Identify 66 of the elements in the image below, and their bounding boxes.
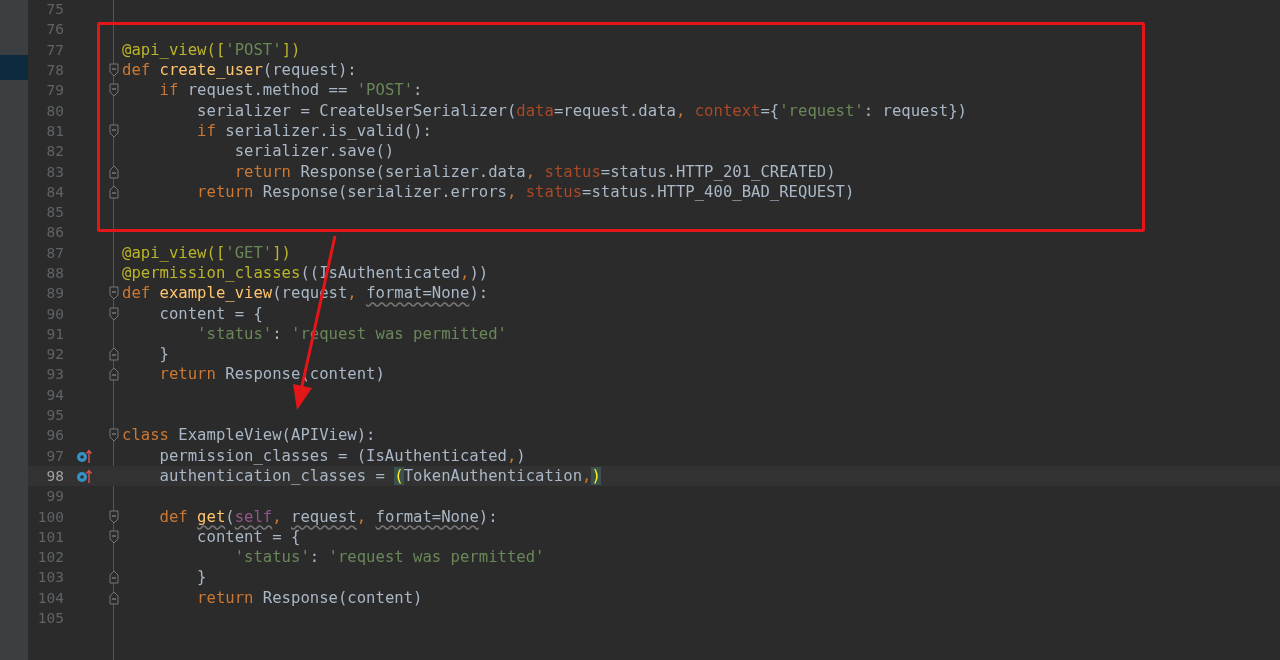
line-number: 97 [45,447,64,464]
line-number: 78 [45,62,64,79]
code-line: if request.method == 'POST': [158,81,423,100]
fold-icon[interactable] [109,123,119,138]
code-line: return Response(serializer.errors, status=status.HTTP_400_BAD_REQUEST) [196,182,855,201]
code-line: content = { [158,304,263,323]
code-line: if serializer.is_valid(): [196,121,432,140]
code-line: 'status': 'request was permitted' [233,548,545,567]
line-number: 84 [45,183,64,200]
fold-icon[interactable] [109,509,119,524]
fold-icon[interactable] [109,306,119,321]
line-number: 81 [45,122,64,139]
line-number: 91 [45,325,64,342]
line-number: 77 [45,41,64,58]
line-number: 83 [45,163,64,180]
code-line: authentication_classes = (TokenAuthentication,) [158,466,601,485]
fold-icon[interactable] [109,590,119,605]
line-number: 86 [45,224,64,241]
line-number: 80 [45,102,64,119]
code-line: @api_view(['POST']) [122,40,301,59]
line-number: 92 [45,346,64,363]
line-number: 98 [45,467,64,484]
line-number: 99 [45,488,64,505]
code-line: def create_user(request): [122,61,357,80]
code-line: serializer = CreateUserSerializer(data=request.data, context={'request': request}) [196,101,967,120]
line-number: 88 [45,265,64,281]
code-line: return Response(serializer.data, status=status.HTTP_201_CREATED) [233,162,836,181]
fold-icon[interactable] [109,367,119,382]
line-number: 96 [45,427,64,444]
code-line: content = { [196,527,301,546]
override-icon[interactable] [76,447,94,464]
line-number: 95 [45,407,64,424]
code-line: } [196,568,207,587]
fold-icon[interactable] [109,184,119,199]
line-number: 87 [45,244,64,261]
fold-icon[interactable] [109,529,119,544]
fold-icon[interactable] [109,286,119,301]
line-number: 94 [45,386,64,403]
fold-icon[interactable] [109,347,119,362]
line-number: 103 [36,569,64,586]
code-line: class ExampleView(APIView): [122,426,376,445]
code-line: @api_view(['GET']) [122,243,291,262]
line-number: 89 [45,285,64,302]
line-number: 75 [45,1,64,18]
fold-icon[interactable] [109,63,119,78]
line-number: 101 [36,528,64,545]
line-number: 79 [45,82,64,99]
line-number: 102 [36,549,64,566]
line-number: 90 [45,305,64,322]
fold-icon[interactable] [109,428,119,443]
line-number: 104 [36,589,64,606]
line-number: 85 [45,204,64,221]
line-number: 93 [45,366,64,383]
override-icon[interactable] [76,467,94,484]
fold-icon[interactable] [109,83,119,98]
code-line: def get(self, request, format=None): [158,507,498,526]
code-line: return Response(content) [196,588,423,607]
fold-icon[interactable] [109,164,119,179]
line-number: 105 [36,610,64,627]
fold-icon[interactable] [109,570,119,585]
line-number: 82 [45,143,64,160]
line-number: 100 [36,508,64,525]
code-line: permission_classes = (IsAuthenticated,) [158,446,526,465]
line-number: 76 [45,21,64,38]
code-line: } [158,345,169,364]
code-line: serializer.save() [233,142,395,161]
